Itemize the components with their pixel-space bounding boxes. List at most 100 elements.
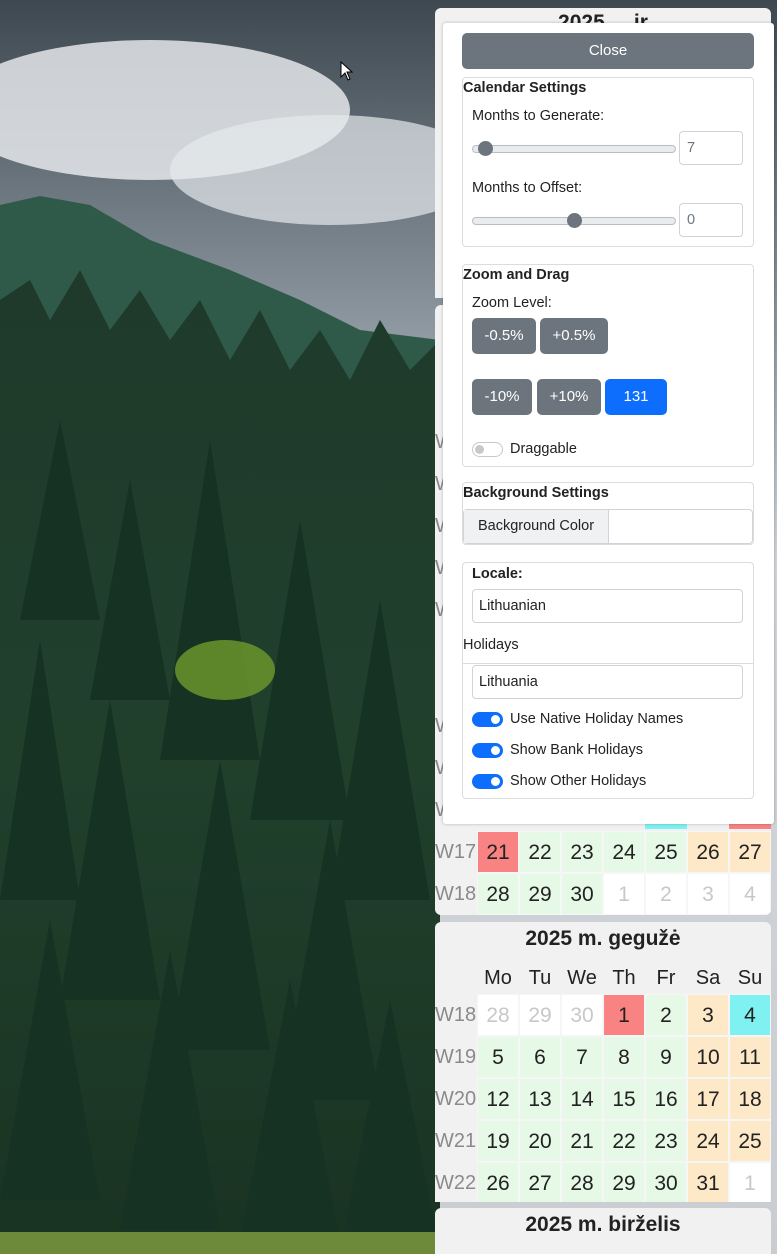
- slider-thumb[interactable]: [567, 213, 582, 228]
- week-number: W22: [435, 1172, 477, 1194]
- calendar-day[interactable]: 23: [561, 831, 603, 873]
- calendar-day[interactable]: 29: [519, 873, 561, 915]
- background-color-label: Background Color: [464, 510, 609, 543]
- calendar-day[interactable]: 1: [603, 873, 645, 915]
- day-name: We: [567, 967, 597, 989]
- calendar-day[interactable]: 16: [645, 1078, 687, 1120]
- calendar-day[interactable]: 15: [603, 1078, 645, 1120]
- other-holidays-label: Show Other Holidays: [510, 773, 647, 789]
- months-generate-slider[interactable]: [472, 141, 676, 156]
- calendar-day[interactable]: 29: [603, 1162, 645, 1202]
- native-names-toggle[interactable]: [472, 712, 503, 727]
- calendar-day[interactable]: 28: [561, 1162, 603, 1202]
- calendar-day[interactable]: 27: [519, 1162, 561, 1202]
- calendar-day[interactable]: 25: [645, 831, 687, 873]
- calendar-day[interactable]: 10: [687, 1036, 729, 1078]
- calendar-day[interactable]: 13: [519, 1078, 561, 1120]
- calendar-day[interactable]: 21: [477, 831, 519, 873]
- calendar-day[interactable]: 22: [603, 1120, 645, 1162]
- months-offset-input[interactable]: 0: [679, 203, 743, 237]
- calendar-day[interactable]: 19: [477, 1120, 519, 1162]
- calendar-title: 2025 m. birželis: [525, 1213, 681, 1236]
- other-holidays-toggle[interactable]: [472, 774, 503, 789]
- week-number: W20: [435, 1088, 477, 1110]
- zoom-plus-large-button[interactable]: +10%: [537, 379, 601, 415]
- calendar-settings-legend: Calendar Settings: [463, 80, 587, 96]
- zoom-level-label: Zoom Level:: [472, 295, 552, 311]
- zoom-minus-large-button[interactable]: -10%: [472, 379, 532, 415]
- zoom-drag-group: Zoom and Drag Zoom Level: -0.5% +0.5% -1…: [462, 264, 754, 467]
- calendar-week-row: W20 12 13 14 15 16 17 18: [435, 1078, 771, 1120]
- native-names-label: Use Native Holiday Names: [510, 711, 684, 727]
- draggable-label: Draggable: [510, 441, 577, 457]
- zoom-minus-small-button[interactable]: -0.5%: [472, 318, 536, 354]
- holidays-label: Holidays: [463, 637, 519, 653]
- calendar-day[interactable]: 9: [645, 1036, 687, 1078]
- arrow-cursor-icon: [340, 61, 354, 81]
- months-generate-input[interactable]: 7: [679, 131, 743, 165]
- slider-thumb[interactable]: [478, 141, 493, 156]
- calendar-day[interactable]: 7: [561, 1036, 603, 1078]
- calendar-may: 2025 m. gegužė Mo Tu We Th Fr Sa Su W18 …: [435, 922, 771, 1202]
- day-name: Tu: [528, 967, 552, 989]
- calendar-day[interactable]: 4: [729, 873, 771, 915]
- calendar-week-row: W18 28 29 30 1 2 3 4: [435, 994, 771, 1036]
- calendar-week-row: W21 19 20 21 22 23 24 25: [435, 1120, 771, 1162]
- calendar-day[interactable]: 26: [477, 1162, 519, 1202]
- week-number: W18: [435, 1004, 477, 1026]
- calendar-day[interactable]: 28: [477, 873, 519, 915]
- background-color-input[interactable]: [609, 510, 752, 543]
- bank-holidays-toggle[interactable]: [472, 743, 503, 758]
- calendar-day[interactable]: 28: [477, 994, 519, 1036]
- calendar-day[interactable]: 27: [729, 831, 771, 873]
- zoom-plus-small-button[interactable]: +0.5%: [540, 318, 608, 354]
- calendar-day[interactable]: 24: [687, 1120, 729, 1162]
- calendar-day[interactable]: 1: [729, 1162, 771, 1202]
- calendar-day[interactable]: 14: [561, 1078, 603, 1120]
- calendar-day[interactable]: 2: [645, 994, 687, 1036]
- week-number: W18: [435, 883, 477, 905]
- months-offset-slider[interactable]: [472, 213, 676, 228]
- calendar-day[interactable]: 3: [687, 994, 729, 1036]
- calendar-week-row: W18 28 29 30 1 2 3 4: [435, 873, 771, 915]
- day-name: Su: [737, 967, 763, 989]
- calendar-day[interactable]: 22: [519, 831, 561, 873]
- calendar-day[interactable]: 29: [519, 994, 561, 1036]
- calendar-day[interactable]: 11: [729, 1036, 771, 1078]
- calendar-day[interactable]: 30: [645, 1162, 687, 1202]
- zoom-current-value[interactable]: 131: [605, 379, 667, 415]
- holidays-divider: [463, 663, 753, 664]
- calendar-day[interactable]: 17: [687, 1078, 729, 1120]
- calendar-day[interactable]: 30: [561, 994, 603, 1036]
- calendar-day[interactable]: 30: [561, 873, 603, 915]
- calendar-day[interactable]: 18: [729, 1078, 771, 1120]
- day-name: Mo: [484, 967, 512, 989]
- calendar-june: 2025 m. birželis: [435, 1208, 771, 1254]
- holidays-country-select[interactable]: Lithuania: [472, 665, 743, 699]
- calendar-day[interactable]: 24: [603, 831, 645, 873]
- calendar-day[interactable]: 5: [477, 1036, 519, 1078]
- day-name: Fr: [656, 967, 676, 989]
- calendar-day[interactable]: 3: [687, 873, 729, 915]
- draggable-toggle[interactable]: [472, 442, 503, 457]
- calendar-day[interactable]: 23: [645, 1120, 687, 1162]
- calendar-day[interactable]: 1: [603, 994, 645, 1036]
- calendar-day[interactable]: 26: [687, 831, 729, 873]
- calendar-day[interactable]: 4: [729, 994, 771, 1036]
- calendar-day[interactable]: 25: [729, 1120, 771, 1162]
- calendar-week-row: W17 21 22 23 24 25 26 27: [435, 831, 771, 873]
- bank-holidays-label: Show Bank Holidays: [510, 742, 643, 758]
- calendar-day[interactable]: 8: [603, 1036, 645, 1078]
- background-settings-group: Background Settings Background Color: [462, 482, 754, 545]
- calendar-day[interactable]: 12: [477, 1078, 519, 1120]
- close-button[interactable]: Close: [462, 33, 754, 69]
- calendar-day[interactable]: 31: [687, 1162, 729, 1202]
- months-generate-label: Months to Generate:: [472, 108, 605, 124]
- week-number: W17: [435, 841, 477, 863]
- calendar-title: 2025 m. gegužė: [525, 927, 681, 950]
- calendar-day[interactable]: 2: [645, 873, 687, 915]
- locale-select[interactable]: Lithuanian: [472, 589, 743, 623]
- calendar-day[interactable]: 6: [519, 1036, 561, 1078]
- calendar-day[interactable]: 20: [519, 1120, 561, 1162]
- calendar-day[interactable]: 21: [561, 1120, 603, 1162]
